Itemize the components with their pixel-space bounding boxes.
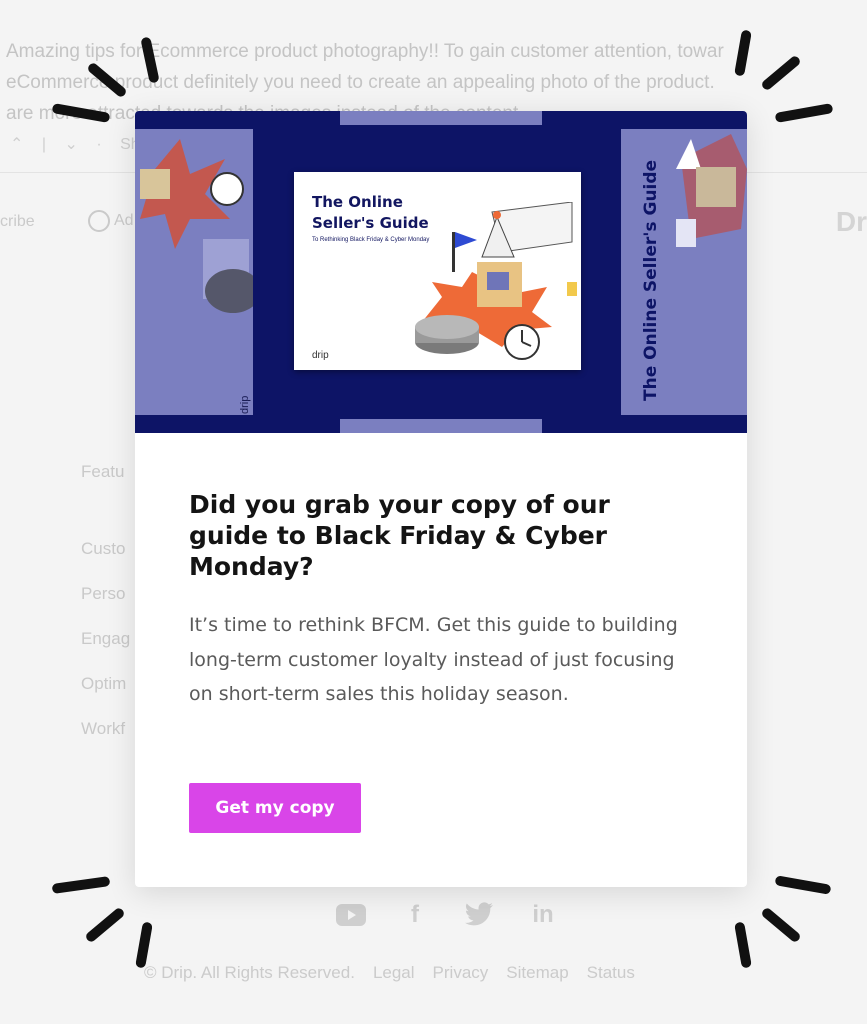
hero-image: drip The Online Seller's Guide The Onlin… bbox=[135, 111, 747, 433]
cover-panel: drip bbox=[135, 129, 261, 415]
ad-label: Ad bbox=[114, 212, 134, 229]
book-brand-vertical: drip bbox=[239, 395, 251, 414]
modal-content: Did you grab your copy of our guide to B… bbox=[189, 489, 689, 712]
book-illustration bbox=[415, 202, 577, 360]
ad-icon bbox=[88, 210, 110, 232]
promo-modal: drip The Online Seller's Guide The Onlin… bbox=[135, 111, 747, 887]
illustration-right bbox=[676, 134, 747, 247]
social-links: f in bbox=[336, 900, 558, 930]
divider: | bbox=[41, 136, 47, 153]
cover-panel bbox=[340, 419, 542, 433]
copyright: © Drip. All Rights Reserved. bbox=[144, 963, 355, 982]
facebook-icon[interactable]: f bbox=[400, 900, 430, 930]
nav-item[interactable]: Engag bbox=[81, 629, 130, 649]
downvote-icon[interactable]: ⌄ bbox=[64, 136, 77, 153]
nav-item[interactable]: Workf bbox=[81, 719, 125, 739]
modal-heading: Did you grab your copy of our guide to B… bbox=[189, 490, 610, 581]
footer: © Drip. All Rights Reserved. Legal Priva… bbox=[144, 963, 635, 983]
twitter-icon[interactable] bbox=[464, 900, 494, 930]
modal-body: It’s time to rethink BFCM. Get this guid… bbox=[189, 614, 678, 705]
book-cover: The Online Seller's Guide To Rethinking … bbox=[294, 172, 581, 370]
ad-link[interactable]: Ad bbox=[88, 210, 134, 232]
footer-link-sitemap[interactable]: Sitemap bbox=[506, 963, 568, 983]
youtube-icon[interactable] bbox=[336, 900, 366, 930]
footer-link-status[interactable]: Status bbox=[587, 963, 635, 983]
get-my-copy-button[interactable]: Get my copy bbox=[189, 783, 361, 833]
footer-link-legal[interactable]: Legal bbox=[373, 963, 415, 983]
upvote-icon[interactable]: ⌃ bbox=[10, 136, 23, 153]
subscribe-link[interactable]: cribe bbox=[0, 213, 35, 231]
cover-panel bbox=[621, 129, 747, 415]
book-title-vertical: The Online Seller's Guide bbox=[641, 159, 661, 401]
linkedin-icon[interactable]: in bbox=[528, 900, 558, 930]
footer-link-privacy[interactable]: Privacy bbox=[433, 963, 489, 983]
nav-item[interactable]: Featu bbox=[81, 462, 124, 482]
nav-item[interactable]: Custo bbox=[81, 539, 125, 559]
book-brand: drip bbox=[312, 350, 329, 361]
nav-item[interactable]: Perso bbox=[81, 584, 125, 604]
nav-item[interactable]: Optim bbox=[81, 674, 126, 694]
cover-panel bbox=[340, 111, 542, 125]
dot-separator: · bbox=[96, 136, 102, 153]
illustration-left bbox=[140, 139, 261, 313]
drip-logo: Dr bbox=[835, 206, 867, 237]
